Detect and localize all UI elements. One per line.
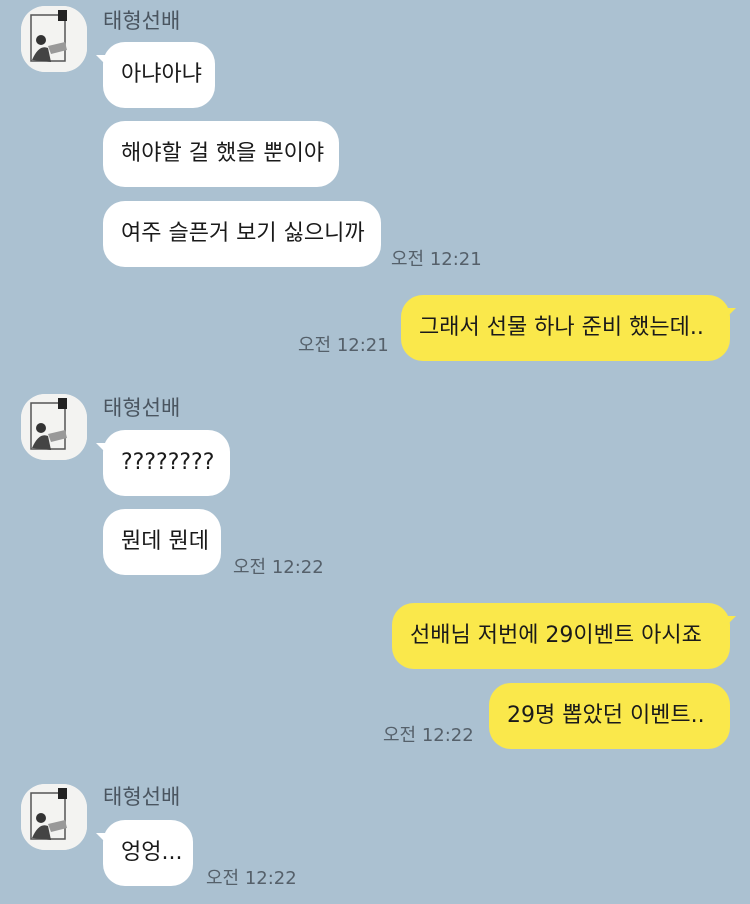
incoming-message[interactable]: 뭔데 뭔데 <box>103 509 221 575</box>
message-timestamp: 오전 12:22 <box>233 557 324 578</box>
incoming-message[interactable]: 해야할 걸 했을 뿐이야 <box>103 121 339 187</box>
incoming-message[interactable]: ???????? <box>103 430 230 496</box>
sender-name: 태형선배 <box>103 9 181 33</box>
message-timestamp: 오전 12:22 <box>383 725 474 746</box>
message-timestamp: 오전 12:21 <box>391 249 482 270</box>
sender-name: 태형선배 <box>103 785 181 809</box>
incoming-message[interactable]: 아냐아냐 <box>103 42 215 108</box>
outgoing-message[interactable]: 선배님 저번에 29이벤트 아시죠 <box>392 603 730 669</box>
sender-avatar-icon[interactable] <box>21 394 87 460</box>
message-timestamp: 오전 12:22 <box>206 868 297 889</box>
sender-avatar-icon[interactable] <box>21 784 87 850</box>
incoming-message[interactable]: 엉엉... <box>103 820 193 886</box>
outgoing-message[interactable]: 그래서 선물 하나 준비 했는데.. <box>401 295 730 361</box>
outgoing-message[interactable]: 29명 뽑았던 이벤트.. <box>489 683 730 749</box>
message-timestamp: 오전 12:21 <box>298 335 389 356</box>
incoming-message[interactable]: 여주 슬픈거 보기 싫으니까 <box>103 201 381 267</box>
sender-avatar-icon[interactable] <box>21 6 87 72</box>
sender-name: 태형선배 <box>103 396 181 420</box>
